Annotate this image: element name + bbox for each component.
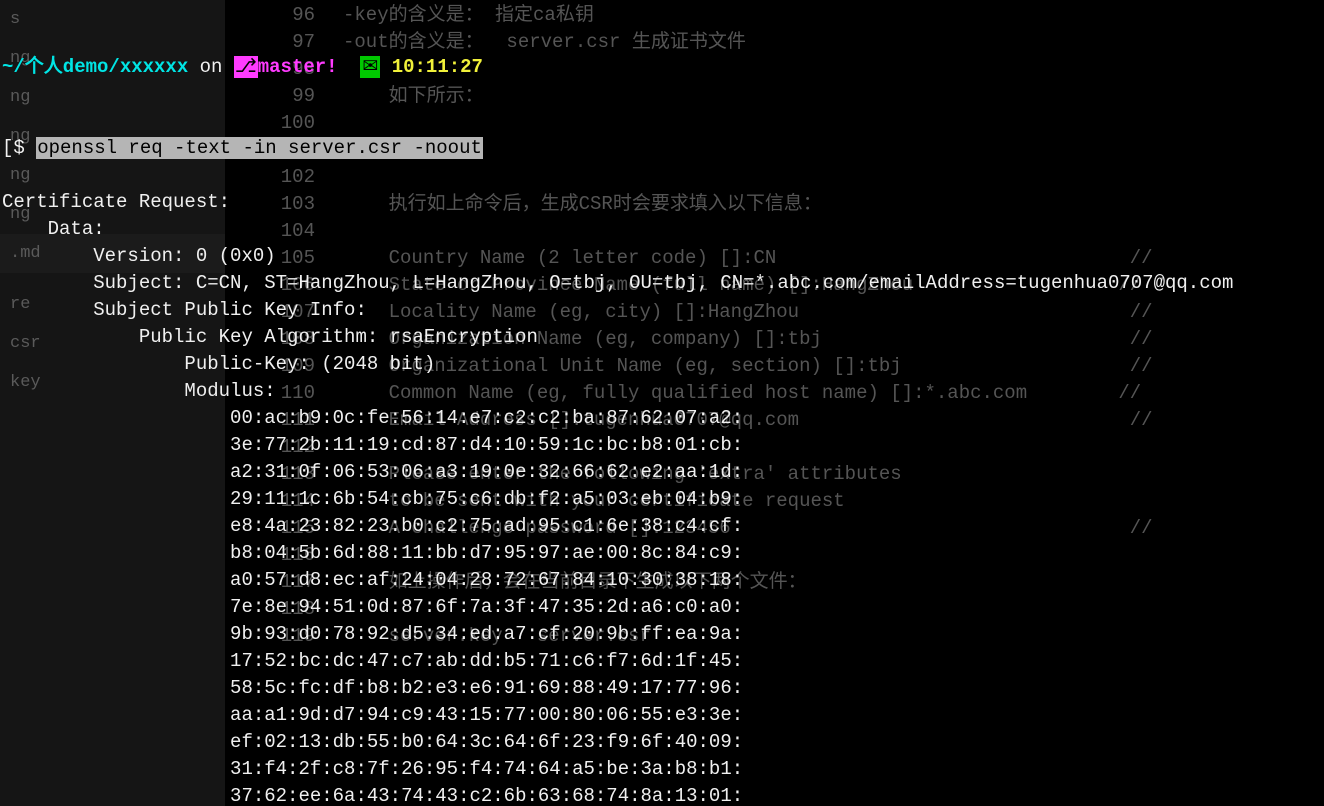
branch-icon: ⎇ xyxy=(234,56,258,78)
prompt-path: ~/个人demo/xxxxxx xyxy=(2,56,188,78)
prompt-time: 10:11:27 xyxy=(392,56,483,78)
git-branch: master xyxy=(258,56,326,78)
terminal-overlay[interactable]: ~/个人demo/xxxxxx on ⎇master! ✉ 10:11:27 [… xyxy=(0,0,1324,806)
command-text[interactable]: openssl req -text -in server.csr -noout xyxy=(36,137,483,159)
mail-icon: ✉ xyxy=(360,56,380,78)
bang: ! xyxy=(326,56,337,78)
prompt-line-1: ~/个人demo/xxxxxx on ⎇master! ✉ 10:11:27 xyxy=(0,54,1324,81)
prompt-on: on xyxy=(188,56,234,78)
ps1: [$ xyxy=(2,137,36,159)
terminal-output: Certificate Request: Data: Version: 0 (0… xyxy=(0,189,1324,806)
prompt-line-2: [$ openssl req -text -in server.csr -noo… xyxy=(0,135,1324,162)
